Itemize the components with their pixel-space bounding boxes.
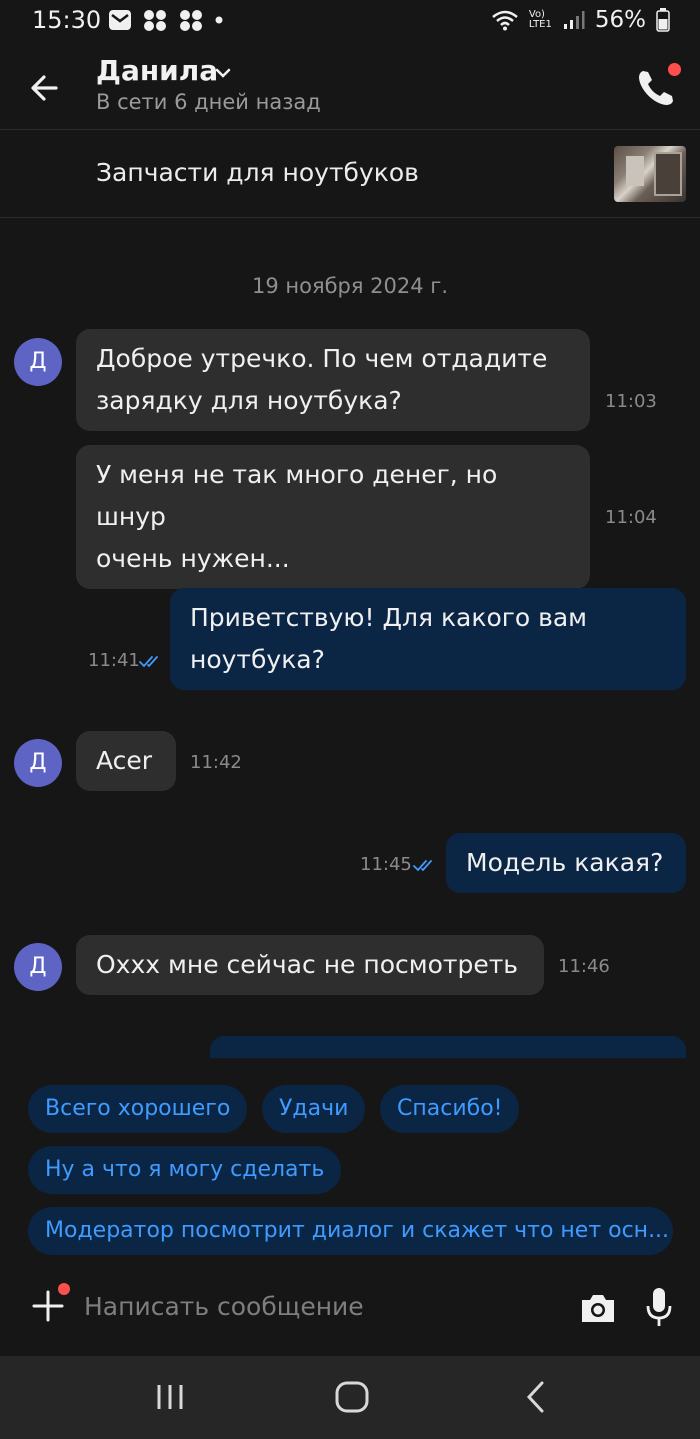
listing-thumbnail[interactable] [614,146,686,202]
microphone-icon[interactable] [644,1286,674,1328]
avatar[interactable]: Д [14,739,62,787]
avatar[interactable]: Д [14,943,62,991]
lte-icon: Vo) LTE1 [528,9,552,30]
more-notifications-dot-icon [215,16,223,24]
wifi-icon [492,10,518,31]
contact-name[interactable]: Данила [96,54,218,87]
message-list[interactable]: 19 ноября 2024 г. Д Доброе утречко. По ч… [0,218,700,1058]
message-bubble-incoming[interactable]: У меня не так много денег, но шнур очень… [76,445,590,589]
home-icon[interactable] [334,1380,370,1414]
quick-reply-chip[interactable]: Модератор посмотрит диалог и скажет что … [28,1207,673,1255]
camera-icon[interactable] [578,1290,618,1326]
message-composer [0,1268,700,1356]
app-notification-icon-2 [180,10,202,31]
listing-bar[interactable]: Запчасти для ноутбуков [0,130,700,218]
recent-apps-icon[interactable] [154,1382,186,1412]
nav-back-icon[interactable] [522,1380,548,1414]
message-time: 11:04 [605,507,657,528]
message-bubble-incoming[interactable]: Охxx мне сейчас не посмотреть [76,935,544,995]
chat-header: Данила В сети 6 дней назад [0,40,700,130]
attach-badge [58,1283,70,1295]
mail-notification-icon [109,10,131,30]
message-bubble-outgoing[interactable]: Модель какая? [446,833,686,893]
message-text: зарядку для ноутбука? [96,386,402,415]
chevron-down-icon[interactable] [214,64,232,82]
message-bubble-outgoing[interactable]: Приветствую! Для какого вам ноутбука? [170,588,686,690]
message-input[interactable] [84,1282,544,1330]
back-arrow-icon[interactable] [26,68,66,108]
contact-status: В сети 6 дней назад [96,90,321,114]
call-badge [668,63,681,76]
quick-reply-chip[interactable]: Ну а что я могу сделать [28,1146,342,1194]
message-bubble-outgoing-partial[interactable] [210,1036,686,1058]
message-text: ноутбука? [190,645,325,674]
avatar[interactable]: Д [14,338,62,386]
message-time: 11:42 [190,752,242,773]
message-text: очень нужен... [96,544,290,573]
quick-reply-chip[interactable]: Спасибо! [380,1085,520,1133]
message-text: Модель какая? [466,848,664,877]
status-bar: 15:30 Vo) LTE1 56% [0,0,700,40]
battery-percent: 56% [594,7,646,33]
listing-title[interactable]: Запчасти для ноутбуков [96,158,419,187]
status-time: 15:30 [32,6,102,34]
date-separator: 19 ноября 2024 г. [251,274,449,298]
message-time: 11:45 [360,854,412,875]
app-notification-icon [144,10,166,31]
message-time: 11:03 [605,391,657,412]
double-check-icon [139,656,158,668]
message-text: У меня не так много денег, но шнур [96,460,498,531]
signal-icon [563,11,585,29]
double-check-icon [413,860,432,872]
message-time: 11:41 [88,650,140,671]
message-bubble-incoming[interactable]: Доброе утречко. По чем отдадите зарядку … [76,329,590,431]
message-bubble-incoming[interactable]: Acer [76,731,176,791]
message-text: Acer [96,746,153,775]
message-text: Охxx мне сейчас не посмотреть [96,950,519,979]
system-nav-bar [0,1356,700,1439]
quick-reply-chip[interactable]: Всего хорошего [28,1085,248,1133]
message-time: 11:46 [558,956,610,977]
system-icons: Vo) LTE1 56% [491,6,670,34]
quick-reply-chip[interactable]: Удачи [262,1085,366,1133]
message-text: Приветствую! Для какого вам [190,603,588,632]
battery-icon [656,8,670,32]
quick-replies: Всего хорошего Удачи Спасибо! Ну а что я… [0,1058,700,1268]
message-text: Доброе утречко. По чем отдадите [96,344,548,373]
notification-icons [108,8,224,32]
